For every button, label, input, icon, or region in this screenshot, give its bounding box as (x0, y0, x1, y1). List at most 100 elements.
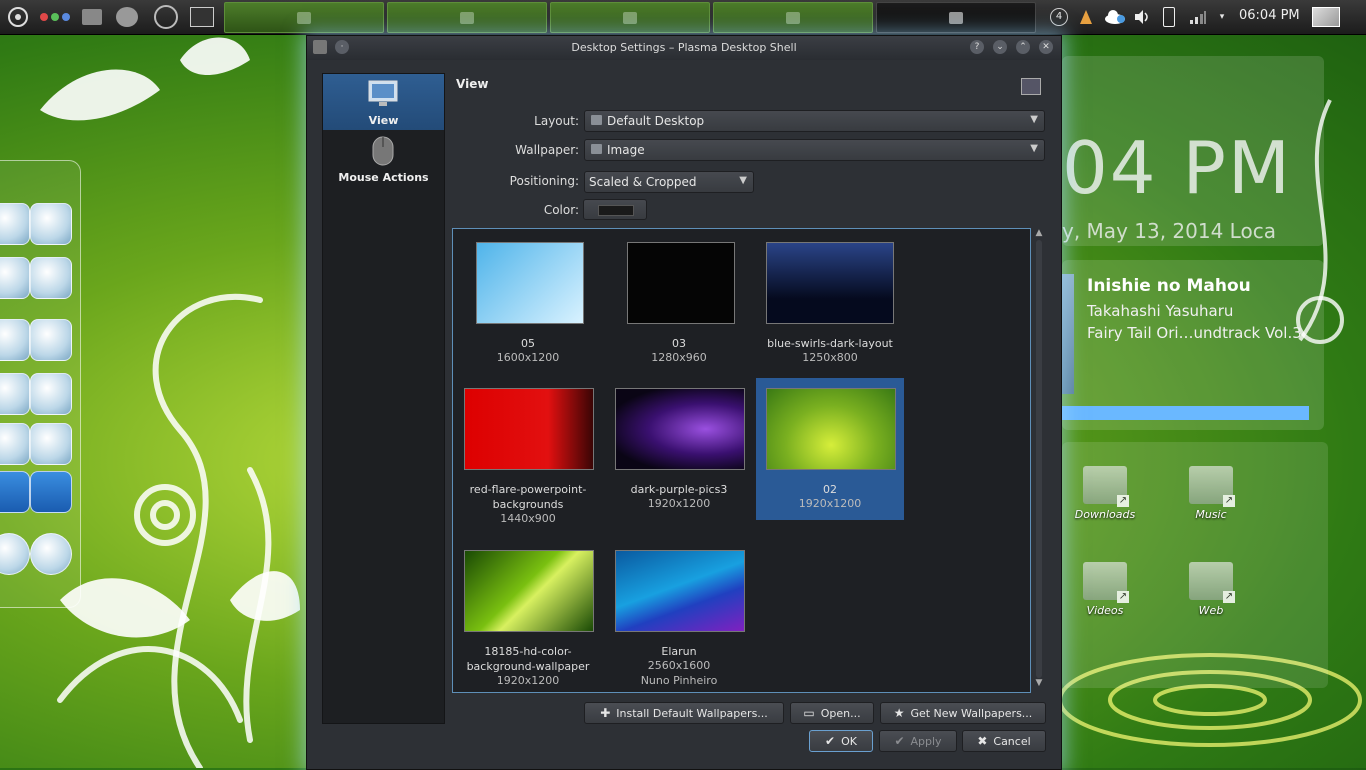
search-app-icon[interactable] (0, 471, 30, 513)
install-default-wallpapers-button[interactable]: ✚ Install Default Wallpapers... (584, 702, 784, 724)
wallpaper-name: blue-swirls-dark-layout (767, 337, 893, 350)
wallpaper-name: 18185-hd-color-background-wallpaper (466, 645, 590, 673)
close-icon[interactable]: ✕ (1039, 40, 1053, 54)
panel-clock[interactable]: 06:04 PM (1239, 8, 1300, 23)
wallpaper-tile[interactable]: dark-purple-pics3 1920x1200 (605, 378, 753, 520)
mail-icon[interactable] (30, 257, 72, 299)
power-icon[interactable] (0, 533, 30, 575)
vlc-tray-icon[interactable] (1075, 6, 1097, 28)
minimize-icon[interactable]: ⌄ (993, 40, 1007, 54)
task-icon (297, 11, 311, 24)
task-item[interactable] (713, 2, 873, 33)
sidebar-item-mouse-actions[interactable]: Mouse Actions (323, 131, 444, 187)
wallpaper-size: 1250x800 (802, 351, 858, 364)
folder-downloads[interactable]: Downloads (1062, 466, 1148, 521)
activities-icon[interactable] (1310, 6, 1342, 28)
battery-icon[interactable] (1158, 6, 1180, 28)
cloud-icon[interactable] (0, 373, 30, 415)
wallpaper-size: 1920x1200 (647, 497, 711, 510)
task-item[interactable] (550, 2, 710, 33)
wallpaper-tile[interactable]: 03 1280x960 (605, 235, 753, 377)
wallpaper-author: Nuno Pinheiro (640, 674, 718, 687)
task-item[interactable] (224, 2, 384, 33)
window-controls-icon[interactable] (38, 3, 72, 31)
gimp-icon[interactable] (0, 203, 30, 245)
wallpaper-thumbnail (627, 242, 735, 324)
cloud-sync-icon[interactable] (1102, 6, 1128, 28)
wallpaper-thumbnail (766, 242, 894, 324)
mail-icon[interactable] (0, 257, 30, 299)
scroll-down-icon[interactable]: ▼ (1032, 678, 1046, 688)
wallpaper-label: Wallpaper: (515, 143, 579, 157)
folder-music[interactable]: Music (1168, 466, 1254, 521)
wallpaper-select[interactable]: Image ▼ (584, 139, 1045, 161)
sidebar-item-label: Mouse Actions (338, 171, 429, 184)
folder-icon (1083, 562, 1129, 603)
network-signal-icon[interactable] (1185, 6, 1211, 28)
wallpaper-tile-selected[interactable]: 02 1920x1200 (756, 378, 904, 520)
help-icon[interactable]: ? (970, 40, 984, 54)
terminal-launcher-icon[interactable] (187, 3, 217, 31)
wallpaper-tile[interactable]: red-flare-powerpoint-backgrounds 1440x90… (454, 378, 602, 525)
search-app-icon[interactable] (30, 471, 72, 513)
dialog-title: Desktop Settings – Plasma Desktop Shell (571, 41, 797, 54)
get-new-wallpapers-button[interactable]: ★ Get New Wallpapers... (880, 702, 1046, 724)
button-label: Install Default Wallpapers... (616, 706, 768, 720)
button-label: Get New Wallpapers... (910, 706, 1033, 720)
task-item[interactable] (387, 2, 547, 33)
wallpaper-size: 1920x1200 (798, 497, 862, 510)
kickoff-menu-icon[interactable] (4, 3, 32, 31)
close-x-icon[interactable] (0, 423, 30, 465)
sidebar-item-label: View (368, 114, 399, 127)
positioning-value: Scaled & Cropped (589, 175, 697, 189)
power-icon[interactable] (30, 533, 72, 575)
mouse-icon (372, 136, 394, 166)
wallpaper-thumbnail (615, 550, 745, 632)
scrollbar-thumb[interactable] (1036, 240, 1042, 678)
folder-label: Web (1198, 604, 1224, 617)
wallpaper-size: 1280x960 (651, 351, 707, 364)
task-item-active[interactable] (876, 2, 1036, 33)
dialog-titlebar[interactable]: · Desktop Settings – Plasma Desktop Shel… (307, 36, 1061, 60)
open-button[interactable]: ▭ Open... (790, 702, 874, 724)
apply-button[interactable]: ✔ Apply (879, 730, 957, 752)
close-x-icon[interactable] (30, 423, 72, 465)
folder-open-icon: ▭ (803, 706, 815, 720)
sidebar-item-view[interactable]: View (323, 74, 444, 130)
wallpaper-tile[interactable]: Elarun 2560x1600 Nuno Pinheiro (605, 540, 753, 687)
wallpaper-tile[interactable]: 05 1600x1200 (454, 235, 602, 377)
pager-icon[interactable]: 4 (1048, 6, 1070, 28)
now-playing-widget: Inishie no Mahou Takahashi Yasuharu Fair… (1062, 260, 1324, 430)
email-at-icon[interactable] (0, 319, 30, 361)
scroll-up-icon[interactable]: ▲ (1032, 228, 1046, 238)
tray-expand-icon[interactable]: ▾ (1215, 6, 1229, 28)
cloud-download-icon[interactable] (30, 373, 72, 415)
wallpaper-tile[interactable]: blue-swirls-dark-layout 1250x800 (756, 235, 904, 377)
maximize-icon[interactable]: ⌃ (1016, 40, 1030, 54)
folder-icon (1189, 562, 1235, 603)
gimp-icon[interactable] (30, 203, 72, 245)
volume-icon[interactable] (1131, 6, 1153, 28)
layout-icon (591, 115, 602, 125)
positioning-select[interactable]: Scaled & Cropped ▼ (584, 171, 754, 193)
show-desktop-icon[interactable] (78, 3, 106, 31)
check-icon: ✔ (825, 734, 836, 748)
clock-widget-time: 04 PM (1062, 126, 1293, 210)
folder-videos[interactable]: Videos (1062, 562, 1148, 617)
folder-icon (1189, 466, 1235, 507)
cancel-button[interactable]: ✖ Cancel (962, 730, 1046, 752)
wallpaper-grid-scrollbar[interactable]: ▲ ▼ (1032, 228, 1046, 691)
wallpaper-thumbnail (615, 388, 745, 470)
layout-select[interactable]: Default Desktop ▼ (584, 110, 1045, 132)
positioning-label: Positioning: (509, 174, 579, 188)
wallpaper-tile[interactable]: 18185-hd-color-background-wallpaper 1920… (454, 540, 602, 687)
app-launcher-icon[interactable] (110, 3, 144, 31)
folder-view-widget: Downloads Music Videos Web (1062, 442, 1328, 688)
song-progress-bar[interactable] (1062, 406, 1309, 420)
browser-launcher-icon[interactable] (150, 3, 182, 31)
task-icon (623, 11, 637, 24)
ok-button[interactable]: ✔ OK (809, 730, 873, 752)
email-at-icon[interactable] (30, 319, 72, 361)
color-picker-button[interactable] (583, 199, 647, 220)
folder-web[interactable]: Web (1168, 562, 1254, 617)
